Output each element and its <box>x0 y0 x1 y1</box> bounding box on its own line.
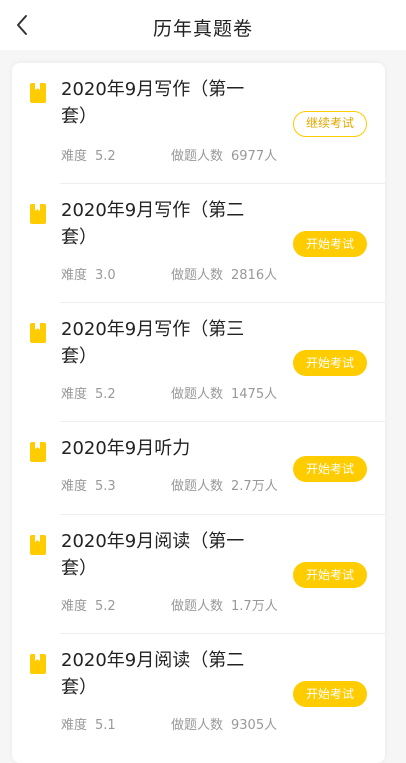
participants-label: 做题人数 <box>171 387 224 402</box>
start-exam-button[interactable]: 开始考试 <box>293 231 367 257</box>
start-exam-button[interactable]: 开始考试 <box>293 350 367 376</box>
start-exam-button[interactable]: 开始考试 <box>293 456 367 482</box>
difficulty-value: 5.2 <box>95 387 116 402</box>
participants-label: 做题人数 <box>171 718 224 733</box>
difficulty-value: 5.2 <box>95 149 116 164</box>
participants-value: 2816人 <box>231 268 278 283</box>
exam-paper-icon <box>30 535 46 555</box>
start-exam-button[interactable]: 开始考试 <box>293 681 367 707</box>
exam-row[interactable]: 2020年9月写作（第二套） 难度 3.0 做题人数 2816人 开始考试 <box>12 184 385 303</box>
difficulty-value: 5.2 <box>95 599 116 614</box>
difficulty-label: 难度 <box>61 268 88 283</box>
exam-meta: 难度 5.1 做题人数 9305人 <box>61 714 277 733</box>
exam-meta: 难度 5.3 做题人数 2.7万人 <box>61 475 278 494</box>
page-title: 历年真题卷 <box>152 18 253 40</box>
exam-row[interactable]: 2020年9月写作（第一套） 难度 5.2 做题人数 6977人 继续考试 <box>12 63 385 184</box>
participants-value: 1475人 <box>231 387 278 402</box>
exam-paper-icon <box>30 323 46 343</box>
participants-label: 做题人数 <box>171 479 224 494</box>
difficulty-label: 难度 <box>61 599 88 614</box>
participants-label: 做题人数 <box>171 149 224 164</box>
continue-exam-button[interactable]: 继续考试 <box>293 111 367 137</box>
difficulty-label: 难度 <box>61 718 88 733</box>
exam-row[interactable]: 2020年9月阅读（第二套） 难度 5.1 做题人数 9305人 开始考试 <box>12 634 385 753</box>
exam-title: 2020年9月写作（第三套） <box>61 319 245 367</box>
exam-title: 2020年9月写作（第二套） <box>61 200 245 248</box>
participants-value: 9305人 <box>231 718 278 733</box>
exam-meta: 难度 3.0 做题人数 2816人 <box>61 264 277 283</box>
exam-meta: 难度 5.2 做题人数 1.7万人 <box>61 595 278 614</box>
participants-label: 做题人数 <box>171 599 224 614</box>
exam-paper-icon <box>30 442 46 462</box>
exam-title: 2020年9月写作（第一套） <box>61 79 245 127</box>
participants-value: 6977人 <box>231 149 278 164</box>
difficulty-value: 3.0 <box>95 268 116 283</box>
participants-label: 做题人数 <box>171 268 224 283</box>
exam-row[interactable]: 2020年9月听力 难度 5.3 做题人数 2.7万人 开始考试 <box>12 422 385 515</box>
exam-list: 2020年9月写作（第一套） 难度 5.2 做题人数 6977人 继续考试 2020… <box>12 63 385 763</box>
exam-meta: 难度 5.2 做题人数 1475人 <box>61 383 277 402</box>
difficulty-label: 难度 <box>61 479 88 494</box>
start-exam-button[interactable]: 开始考试 <box>293 562 367 588</box>
exam-row[interactable]: 2020年9月阅读（第一套） 难度 5.2 做题人数 1.7万人 开始考试 <box>12 515 385 634</box>
participants-value: 1.7万人 <box>231 599 278 614</box>
exam-title: 2020年9月阅读（第一套） <box>61 531 245 579</box>
difficulty-label: 难度 <box>61 387 88 402</box>
exam-paper-icon <box>30 83 46 103</box>
difficulty-value: 5.1 <box>95 718 116 733</box>
exam-paper-icon <box>30 204 46 224</box>
difficulty-label: 难度 <box>61 149 88 164</box>
exam-paper-icon <box>30 654 46 674</box>
participants-value: 2.7万人 <box>231 479 278 494</box>
difficulty-value: 5.3 <box>95 479 116 494</box>
exam-title: 2020年9月阅读（第二套） <box>61 650 245 698</box>
exam-title: 2020年9月听力 <box>61 438 191 459</box>
exam-meta: 难度 5.2 做题人数 6977人 <box>61 145 277 164</box>
exam-row[interactable]: 2020年9月写作（第三套） 难度 5.2 做题人数 1475人 开始考试 <box>12 303 385 422</box>
top-bar: 历年真题卷 <box>0 0 406 50</box>
